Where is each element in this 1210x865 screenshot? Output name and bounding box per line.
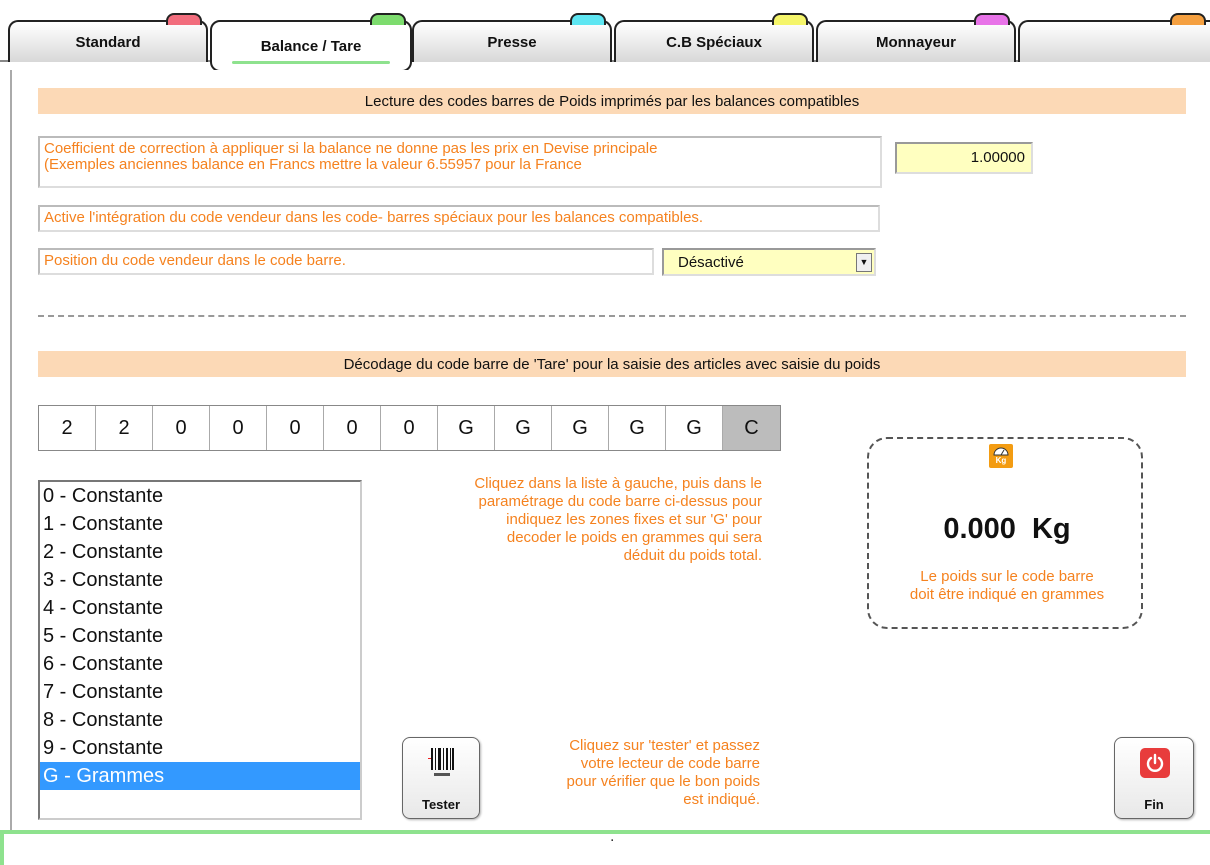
tab-color-tag <box>370 13 406 25</box>
vendor-position-select[interactable]: Désactivé ▼ <box>662 248 876 276</box>
tab-label: Balance / Tare <box>260 37 362 55</box>
tab-monnayeur[interactable]: Monnayeur <box>816 13 1016 62</box>
barcode-digit[interactable]: G <box>609 406 666 450</box>
barcode-digit[interactable]: 0 <box>381 406 438 450</box>
barcode-digit[interactable]: G <box>666 406 723 450</box>
zone-type-list[interactable]: 0 - Constante 1 - Constante 2 - Constant… <box>38 480 362 820</box>
help-line: déduit du poids total. <box>623 547 762 564</box>
section-title-tare: Décodage du code barre de 'Tare' pour la… <box>38 351 1186 377</box>
help-line: Cliquez dans la liste à gauche, puis dan… <box>474 475 762 492</box>
help-text: Cliquez dans la liste à gauche, puis dan… <box>380 475 762 565</box>
coef-input[interactable]: 1.00000 <box>895 142 1033 174</box>
chevron-down-icon[interactable]: ▼ <box>856 253 872 272</box>
tab-label: Monnayeur <box>875 33 956 51</box>
scale-icon: Kg <box>989 444 1013 468</box>
list-item[interactable]: 2 - Constante <box>40 538 360 566</box>
tab-color-tag <box>974 13 1010 25</box>
coef-line-2: (Exemples anciennes balance en Francs me… <box>44 156 582 173</box>
weight-number: 0.000 <box>943 513 1016 545</box>
active-tab-indicator <box>232 61 390 64</box>
scale-dial-icon <box>993 447 1009 456</box>
help-line: indiquez les zones fixes et sur 'G' pour <box>506 511 762 528</box>
list-item[interactable]: 4 - Constante <box>40 594 360 622</box>
list-item[interactable]: 6 - Constante <box>40 650 360 678</box>
list-item[interactable]: 8 - Constante <box>40 706 360 734</box>
list-item[interactable]: 1 - Constante <box>40 510 360 538</box>
section-title-lecture: Lecture des codes barres de Poids imprim… <box>38 88 1186 114</box>
weight-note-line: Le poids sur le code barre <box>920 568 1094 585</box>
barcode-digit[interactable]: 2 <box>39 406 96 450</box>
barcode-digit[interactable]: 0 <box>324 406 381 450</box>
test-help-line: Cliquez sur 'tester' et passez <box>569 737 760 754</box>
tab-label: C.B Spéciaux <box>666 33 762 51</box>
tab-label: Standard <box>75 33 141 51</box>
power-symbol-icon <box>1146 753 1164 772</box>
barcode-digit[interactable]: G <box>552 406 609 450</box>
help-line: decoder le poids en grammes qui sera <box>506 529 762 546</box>
tab-bar: Standard Balance / Tare Presse C.B Spéci… <box>0 0 1210 72</box>
test-button-label: Tester <box>421 797 461 812</box>
help-line: paramétrage du code barre ci-dessus pour <box>478 493 763 510</box>
list-item[interactable]: 7 - Constante <box>40 678 360 706</box>
tab-label: Presse <box>487 33 537 51</box>
weight-note-line: doit être indiqué en grammes <box>909 586 1105 603</box>
test-help-line: votre lecteur de code barre <box>580 755 760 772</box>
barcode-digit[interactable]: 2 <box>96 406 153 450</box>
tab-balance-tare[interactable]: Balance / Tare <box>210 13 412 72</box>
test-help-text: Cliquez sur 'tester' et passez votre lec… <box>490 737 760 809</box>
test-help-line: pour vérifier que le bon poids <box>566 773 760 790</box>
tab-color-tag <box>772 13 808 25</box>
coef-description: Coefficient de correction à appliquer si… <box>38 136 882 188</box>
tab-extra[interactable] <box>1018 13 1210 62</box>
test-button[interactable]: Tester <box>402 737 480 819</box>
weight-note: Le poids sur le code barre doit être ind… <box>869 568 1145 604</box>
vendor-integration-label: Active l'intégration du code vendeur dan… <box>38 205 880 232</box>
weight-unit: Kg <box>1031 513 1071 545</box>
barcode-icon <box>428 748 454 776</box>
tab-color-tag <box>1170 13 1206 25</box>
barcode-digit[interactable]: G <box>495 406 552 450</box>
status-bar: . <box>0 828 1210 865</box>
barcode-config: 2 2 0 0 0 0 0 G G G G G C <box>38 405 781 451</box>
tab-presse[interactable]: Presse <box>412 13 612 62</box>
list-item[interactable]: 5 - Constante <box>40 622 360 650</box>
barcode-digit[interactable]: 0 <box>210 406 267 450</box>
coef-line-1: Coefficient de correction à appliquer si… <box>44 140 658 157</box>
barcode-digit[interactable]: 0 <box>153 406 210 450</box>
list-item[interactable]: 3 - Constante <box>40 566 360 594</box>
list-item-selected[interactable]: G - Grammes <box>40 762 360 790</box>
end-button[interactable]: Fin <box>1114 737 1194 819</box>
power-icon <box>1140 748 1170 778</box>
tab-color-tag <box>166 13 202 25</box>
vendor-select-value: Désactivé <box>678 254 744 271</box>
barcode-digit[interactable]: G <box>438 406 495 450</box>
tab-cb-speciaux[interactable]: C.B Spéciaux <box>614 13 814 62</box>
end-button-label: Fin <box>1144 797 1164 812</box>
tab-color-tag <box>570 13 606 25</box>
scale-icon-label: Kg <box>995 456 1007 465</box>
test-help-line: est indiqué. <box>683 791 760 808</box>
list-item[interactable]: 9 - Constante <box>40 734 360 762</box>
weight-display: Kg 0.000 Kg Le poids sur le code barre d… <box>867 437 1143 629</box>
tab-standard[interactable]: Standard <box>8 13 208 62</box>
section-separator <box>38 315 1186 317</box>
barcode-digit[interactable]: 0 <box>267 406 324 450</box>
list-item[interactable]: 0 - Constante <box>40 482 360 510</box>
vendor-position-label: Position du code vendeur dans le code ba… <box>38 248 654 275</box>
barcode-check-digit[interactable]: C <box>723 406 780 450</box>
weight-value: 0.000 Kg <box>869 513 1145 546</box>
status-text: . <box>610 828 615 845</box>
